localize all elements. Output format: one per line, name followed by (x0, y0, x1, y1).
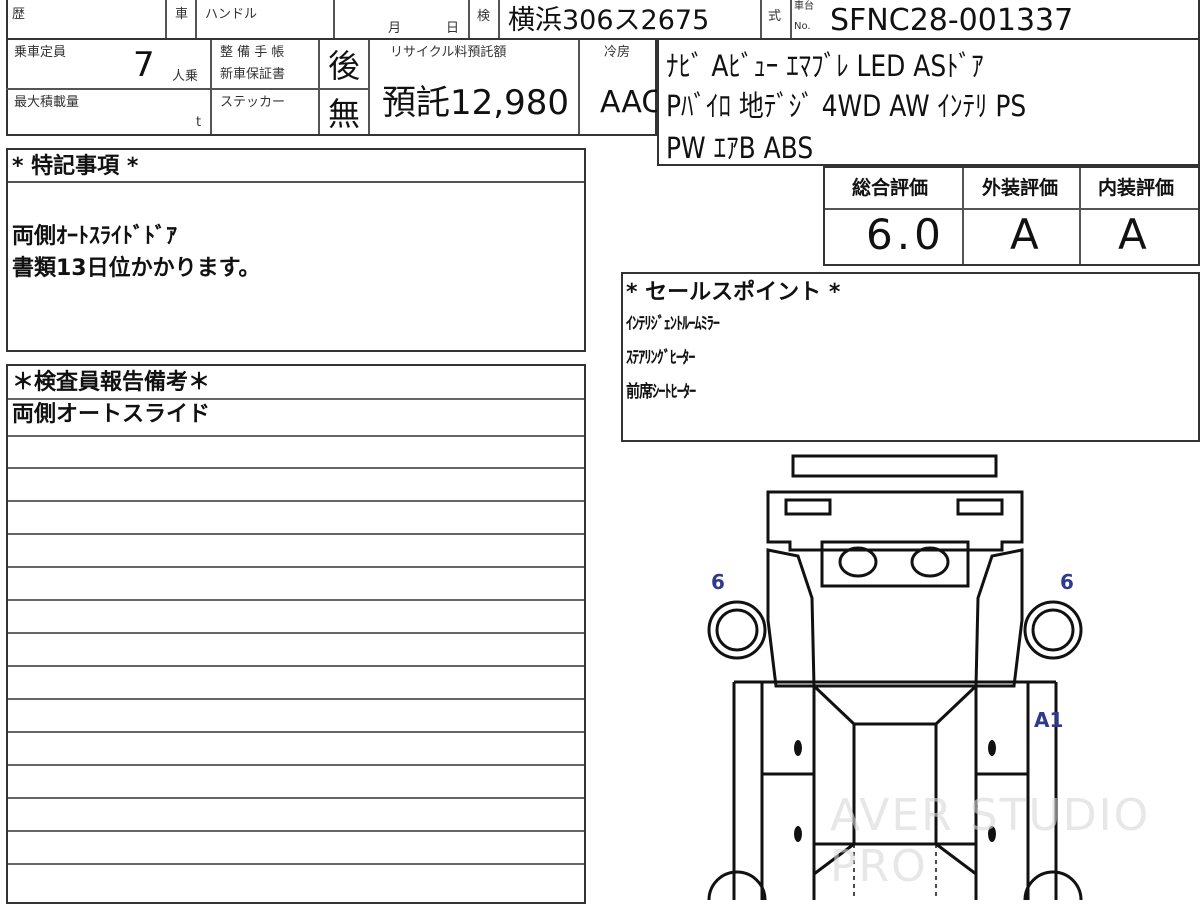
equipment-line: Pﾊﾞｲﾛ 地ﾃﾞｼﾞ 4WD AW ｲﾝﾃﾘ PS (666, 89, 1027, 123)
special-notes-line: 書類13日位かかります。 (12, 256, 261, 281)
front-bumper (791, 454, 998, 478)
interior-rating-label: 内装評価 (1098, 177, 1175, 199)
aircon-label: 冷房 (604, 45, 631, 60)
inspection-label: 検 (477, 9, 491, 24)
history-label: 歴 (12, 7, 26, 22)
door-handle-front-left (794, 740, 802, 756)
sales-points-title: * セールスポイント * (626, 280, 841, 305)
special-notes-title: * 特記事項 * (12, 154, 139, 179)
aircon-value: AAC (600, 85, 663, 120)
capacity-label: 乗車定員 (14, 45, 67, 60)
chassis-number: SFNC28-001337 (830, 3, 1074, 38)
fog-lamp-left (838, 546, 878, 578)
maintenance-label: 整 備 手 帳 (220, 45, 285, 60)
plate-number: 横浜306ス2675 (508, 5, 710, 36)
inspector-notes-title: ＊検査員報告備考＊ (12, 370, 211, 395)
damage-mark-front-left: 6 (711, 570, 725, 594)
overall-rating-value: 6.0 (866, 210, 945, 259)
door-handle-front-right (988, 740, 996, 756)
equipment-line: ﾅﾋﾞ Aﾋﾞｭｰ ｴﾏﾌﾞﾚ LED ASﾄﾞｱ (666, 49, 984, 83)
capacity-unit: 人乗 (172, 69, 199, 84)
sales-point-item: 前席ｼｰﾄﾋｰﾀｰ (626, 382, 696, 402)
maintenance-value: 後 (328, 47, 361, 85)
chassis-no-label: No. (794, 21, 811, 32)
max-load-label: 最大積載量 (14, 95, 80, 110)
model-label: 式 (768, 9, 782, 24)
inspector-notes-line: 両側オートスライド (12, 402, 211, 427)
steering-label: 車 (175, 7, 189, 22)
damage-mark-right-side: A1 (1034, 708, 1064, 732)
steering-label-sub: ハンドル (205, 7, 258, 22)
special-notes-line: 両側ｵｰﾄｽﾗｲﾄﾞﾄﾞｱ (12, 224, 178, 249)
door-handle-rear-left (794, 826, 802, 842)
fender-right (974, 548, 1024, 688)
fender-left (766, 548, 816, 688)
sales-point-item: ｲﾝﾃﾘｼﾞｪﾝﾄﾙｰﾑﾐﾗｰ (626, 314, 720, 334)
overall-rating-label: 総合評価 (852, 177, 929, 199)
exterior-rating-label: 外装評価 (982, 177, 1059, 199)
equipment-line: PW ｴｱB ABS (666, 131, 814, 165)
interior-rating-value: A (1118, 210, 1147, 259)
capacity-value: 7 (133, 45, 155, 85)
inspector-notes-box (6, 364, 586, 904)
damage-mark-front-right: 6 (1060, 570, 1074, 594)
recycle-value: 預託12,980 (382, 83, 569, 123)
headlight-left (784, 498, 832, 516)
sticker-label: ステッカー (220, 95, 286, 110)
watermark: AVER STUDIO PRO (830, 790, 1151, 892)
month-label: 月 (388, 21, 402, 36)
fog-lamp-right (910, 546, 950, 578)
day-label: 日 (446, 21, 460, 36)
sales-point-item: ｽﾃｱﾘﾝｸﾞﾋｰﾀｰ (626, 348, 695, 368)
warranty-label: 新車保証書 (220, 67, 286, 82)
wheel-rear-left (707, 870, 767, 900)
headlight-right (956, 498, 1004, 516)
sticker-value: 無 (328, 95, 361, 133)
max-load-unit: t (196, 115, 202, 130)
exterior-rating-value: A (1010, 210, 1039, 259)
chassis-label: 車台 (794, 1, 814, 12)
recycle-label: リサイクル料預託額 (390, 45, 507, 60)
